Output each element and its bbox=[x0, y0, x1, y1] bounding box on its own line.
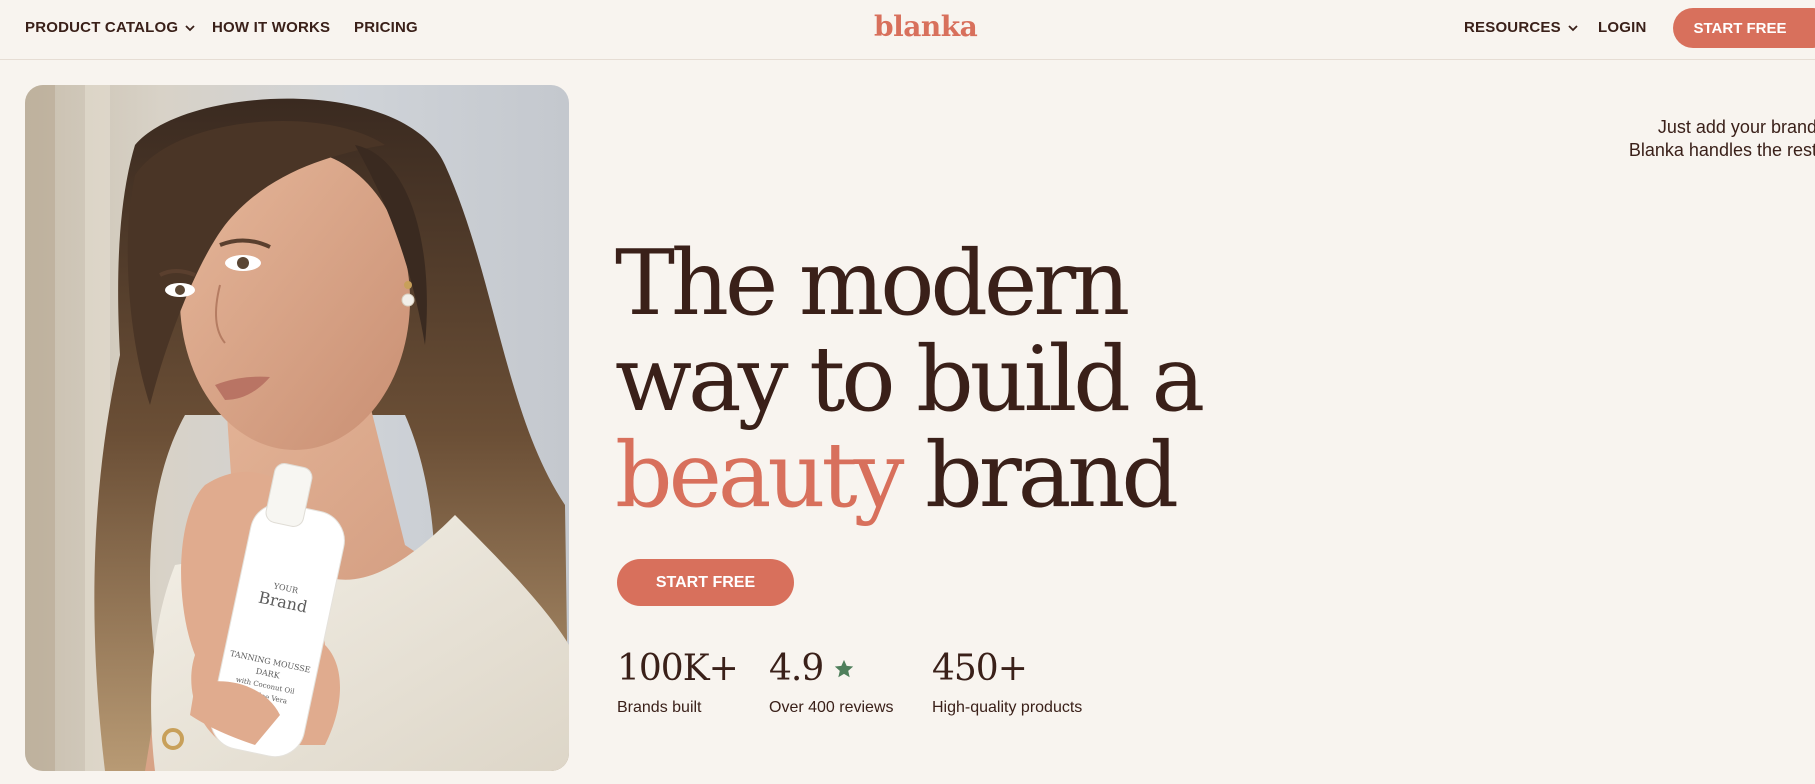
stat-reviews: 4.9 Over 400 reviews bbox=[769, 648, 894, 717]
tagline-line1: Just add your brand bbox=[1657, 117, 1815, 137]
nav-login[interactable]: LOGIN bbox=[1598, 19, 1647, 36]
headline-line3-rest: brand bbox=[900, 423, 1179, 528]
headline-line2: way to build a bbox=[615, 327, 1205, 432]
nav-pricing-label: PRICING bbox=[354, 19, 418, 36]
stat-brands-built: 100K+ Brands built bbox=[617, 648, 739, 717]
nav-pricing[interactable]: PRICING bbox=[354, 19, 418, 36]
logo[interactable]: blanka bbox=[874, 10, 978, 43]
headline-accent-word: beauty bbox=[615, 423, 905, 528]
nav-how-it-works-label: HOW IT WORKS bbox=[212, 19, 331, 36]
headline-line3: beauty brand bbox=[615, 428, 1201, 524]
stat-products-value: 450+ bbox=[932, 648, 1028, 689]
tagline-line2: Blanka handles the rest bbox=[1628, 140, 1815, 160]
nav-resources[interactable]: RESOURCES bbox=[1464, 19, 1579, 36]
stat-brands-label: Brands built bbox=[617, 699, 702, 716]
start-free-hero-label: START FREE bbox=[655, 573, 756, 591]
logo-text: blanka bbox=[874, 10, 978, 43]
chevron-down-icon bbox=[185, 24, 195, 31]
stat-reviews-value: 4.9 bbox=[769, 648, 824, 689]
hero-tagline: Just add your brand Blanka handles the r… bbox=[1629, 116, 1815, 162]
headline-line1: The modern bbox=[615, 231, 1130, 336]
hero-photo: YOUR Brand TANNING MOUSSE DARK with Coco… bbox=[25, 85, 569, 771]
nav-resources-label: RESOURCES bbox=[1464, 19, 1561, 36]
chevron-down-icon bbox=[1568, 24, 1578, 31]
start-free-nav-label: START FREE bbox=[1693, 19, 1787, 37]
hero-headline: The modern way to build a beauty brand bbox=[615, 231, 1205, 524]
nav-how-it-works[interactable]: HOW IT WORKS bbox=[212, 19, 330, 36]
stat-reviews-label: Over 400 reviews bbox=[769, 699, 894, 716]
nav-product-catalog[interactable]: PRODUCT CATALOG bbox=[25, 19, 196, 36]
star-icon bbox=[835, 659, 854, 677]
stat-brands-value: 100K+ bbox=[617, 648, 739, 689]
start-free-hero-button[interactable]: START FREE bbox=[617, 559, 794, 606]
top-nav: PRODUCT CATALOG HOW IT WORKS PRICING bla… bbox=[0, 0, 1815, 60]
stat-products-label: High-quality products bbox=[932, 699, 1083, 716]
nav-login-label: LOGIN bbox=[1598, 19, 1647, 36]
start-free-nav-button[interactable]: START FREE bbox=[1673, 8, 1815, 48]
stat-reviews-value-row: 4.9 bbox=[769, 648, 894, 689]
nav-product-catalog-label: PRODUCT CATALOG bbox=[25, 19, 179, 36]
stat-products: 450+ High-quality products bbox=[932, 648, 1082, 717]
